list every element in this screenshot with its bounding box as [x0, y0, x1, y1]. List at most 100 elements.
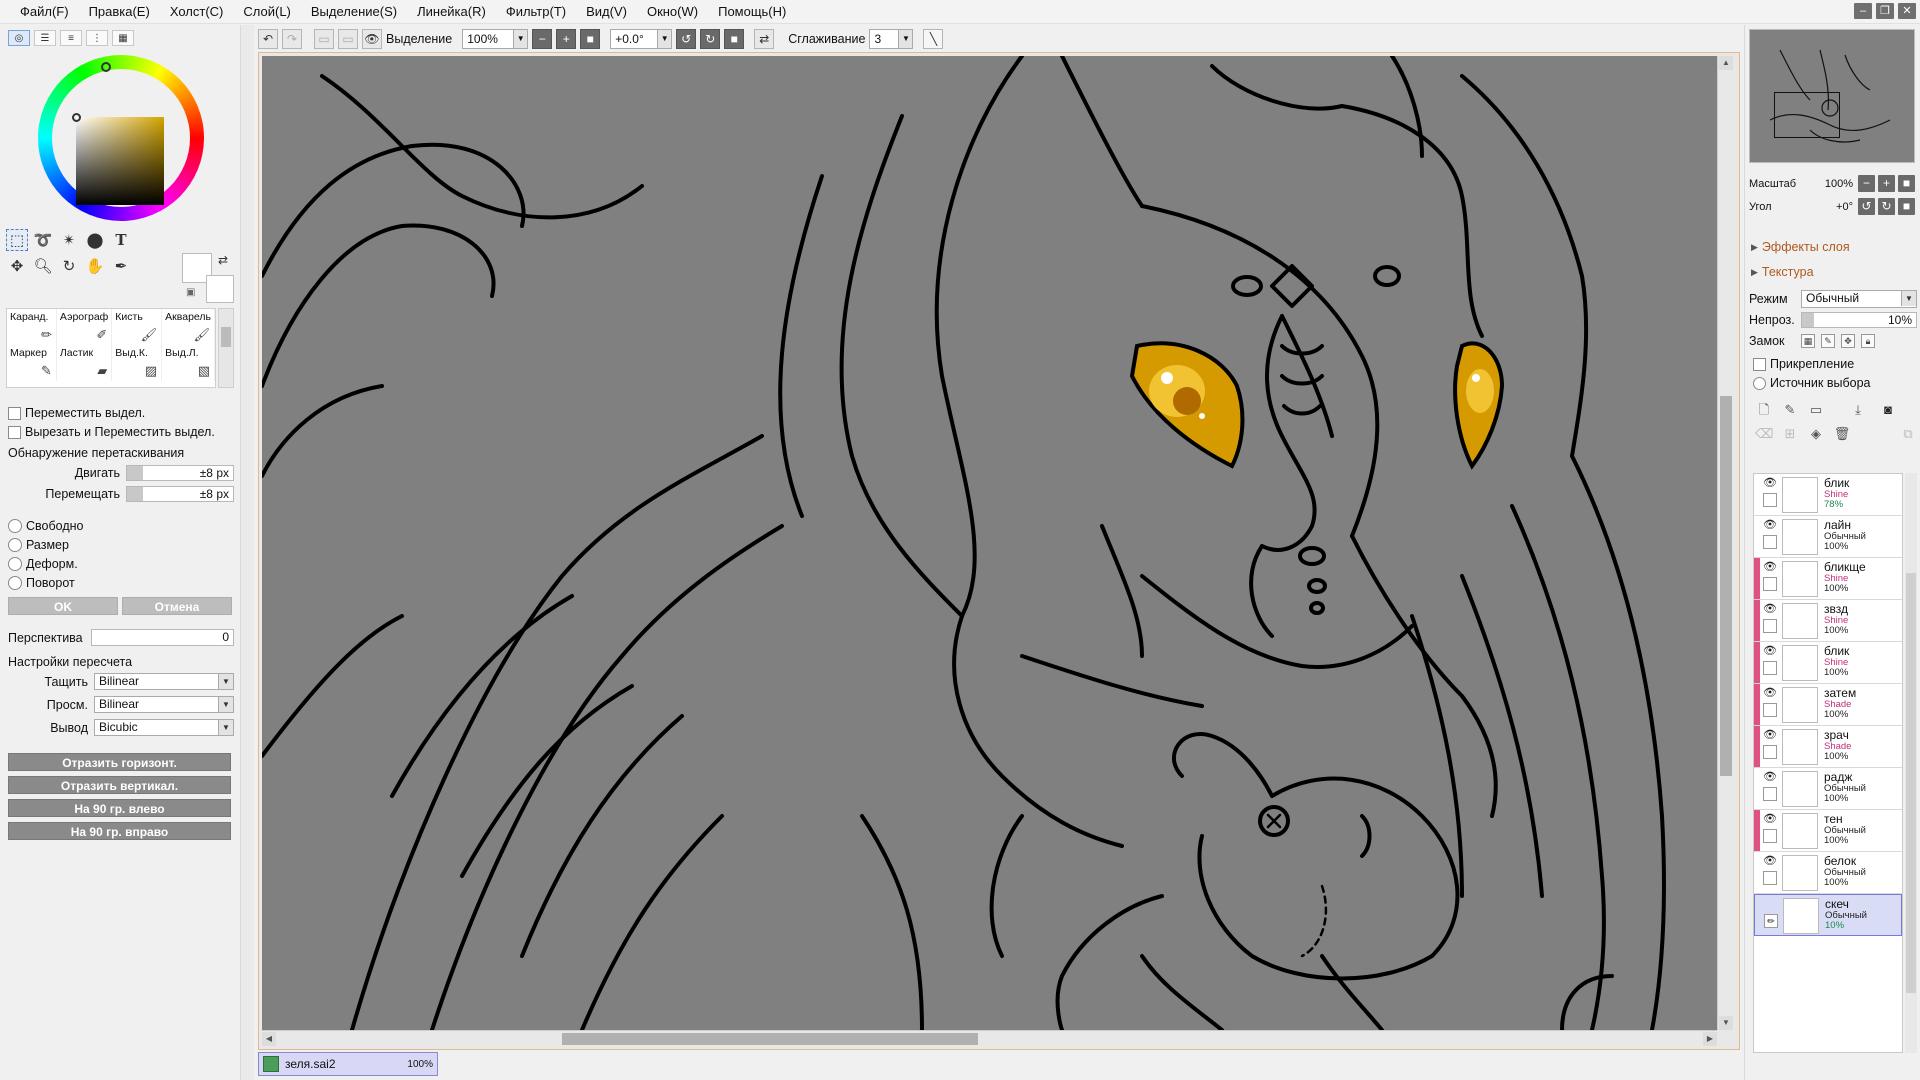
layer-row[interactable]: 👁︎ зрач Shade 100% [1754, 726, 1902, 768]
flip-horizontal-button[interactable]: Отразить горизонт. [8, 753, 231, 771]
zoom-icon[interactable]: 🔍︎ [32, 255, 54, 277]
lock-transparency-icon[interactable]: ▦ [1801, 334, 1815, 348]
layer-mask-icon[interactable]: ◙ [1879, 401, 1897, 419]
canvas-vertical-scrollbar[interactable]: ▲ ▼ [1717, 56, 1733, 1030]
sv-marker[interactable] [72, 113, 81, 122]
flip-view-icon[interactable]: ⇄ [754, 29, 775, 49]
menu-selection[interactable]: Выделение(S) [301, 0, 407, 24]
layer-effects-toggle[interactable]: ▶ Эффекты слоя [1751, 240, 1850, 254]
left-panel-divider[interactable] [240, 25, 254, 1080]
rotate-cw-icon[interactable]: ↻ [700, 29, 721, 49]
output-resample-select[interactable]: Bicubic ▼ [94, 719, 234, 736]
visibility-eye-icon[interactable]: 👁︎ [1762, 729, 1778, 742]
menu-edit[interactable]: Правка(E) [79, 0, 160, 24]
layer-row[interactable]: 👁︎ блик Shine 78% [1754, 474, 1902, 516]
visibility-eye-icon[interactable]: 👁︎ [1762, 603, 1778, 616]
hue-marker[interactable] [101, 62, 111, 72]
brush-select-pen[interactable]: Выд.К. ▨ [112, 345, 163, 381]
visibility-eye-icon[interactable]: 👁︎ [1762, 813, 1778, 826]
smoothing-select[interactable]: 3 ▼ [869, 29, 914, 49]
show-selection-icon[interactable]: 👁︎ [362, 29, 382, 49]
clipping-option[interactable]: Прикрепление [1753, 357, 1854, 371]
rgb-slider-mode-icon[interactable]: ☰ [34, 30, 56, 46]
scratchpad-mode-icon[interactable]: ▦ [112, 30, 134, 46]
lasso-icon[interactable]: ➰ [32, 229, 54, 251]
rotate-reset-icon[interactable]: ■ [724, 29, 745, 49]
nav-zoom-in-icon[interactable]: + [1878, 175, 1895, 192]
brush-grid-scrollbar[interactable] [218, 308, 234, 388]
texture-toggle[interactable]: ▶ Текстура [1751, 265, 1814, 279]
visibility-eye-icon[interactable]: 👁︎ [1762, 855, 1778, 868]
new-linework-layer-icon[interactable]: ✎ [1781, 401, 1799, 419]
layer-row[interactable]: 👁︎ белок Обычный 100% [1754, 852, 1902, 894]
rotate-left-button[interactable]: На 90 гр. влево [8, 799, 231, 817]
eyedropper-icon[interactable]: ✒ [110, 255, 132, 277]
nav-rotate-reset-icon[interactable]: ■ [1898, 198, 1915, 215]
visibility-eye-icon[interactable]: 👁︎ [1762, 477, 1778, 490]
reset-colors-icon[interactable]: ▣ [186, 287, 195, 298]
layer-row[interactable]: 👁︎ затем Shade 100% [1754, 684, 1902, 726]
menu-filter[interactable]: Фильтр(T) [496, 0, 576, 24]
vertical-scroll-thumb[interactable] [1720, 396, 1732, 776]
radio-deform-option[interactable]: Деформ. [8, 557, 78, 571]
navigator-preview[interactable] [1749, 29, 1915, 163]
visibility-eye-icon[interactable]: 👁︎ [1762, 687, 1778, 700]
blend-mode-select[interactable]: Обычный ▼ [1801, 290, 1917, 308]
radio-free-option[interactable]: Свободно [8, 519, 83, 533]
nav-rotate-cw-icon[interactable]: ↻ [1878, 198, 1895, 215]
brush-watercolor[interactable]: Акварель 🖌︎ [162, 309, 215, 345]
layer-row[interactable]: 👁︎ лайн Обычный 100% [1754, 516, 1902, 558]
opacity-slider[interactable]: 10% [1801, 312, 1917, 328]
rotate-icon[interactable]: ↻ [58, 255, 80, 277]
layer-select-checkbox[interactable] [1763, 661, 1777, 675]
visibility-eye-icon[interactable]: 👁︎ [1762, 519, 1778, 532]
zoom-reset-icon[interactable]: ■ [580, 29, 601, 49]
cancel-button[interactable]: Отмена [122, 597, 232, 615]
preview-resample-select[interactable]: Bilinear ▼ [94, 696, 234, 713]
new-layer-icon[interactable]: 🗋 [1755, 401, 1773, 419]
cut-move-selection-checkbox[interactable] [8, 425, 21, 439]
rotate-ccw-icon[interactable]: ↺ [676, 29, 697, 49]
perspective-input[interactable]: 0 [90, 629, 234, 646]
layer-select-checkbox[interactable] [1763, 619, 1777, 633]
cut-move-selection-option[interactable]: Вырезать и Переместить выдел. [8, 425, 215, 439]
menu-layer[interactable]: Слой(L) [233, 0, 301, 24]
shape-select-icon[interactable]: ⬤ [84, 229, 106, 251]
brush-marker[interactable]: Маркер ✎ [7, 345, 57, 381]
lock-all-icon[interactable]: 🔒︎ [1861, 334, 1875, 348]
layer-select-checkbox[interactable] [1763, 829, 1777, 843]
new-folder-icon[interactable]: ▭ [1807, 401, 1825, 419]
layer-select-checkbox[interactable] [1763, 577, 1777, 591]
menu-view[interactable]: Вид(V) [576, 0, 637, 24]
brush-icon[interactable]: ✏ [1764, 914, 1778, 928]
layer-row[interactable]: 👁︎ бликще Shine 100% [1754, 558, 1902, 600]
magic-wand-icon[interactable]: ✴ [58, 229, 80, 251]
lock-paint-icon[interactable]: ✎ [1821, 334, 1835, 348]
brush-pencil[interactable]: Каранд. ✏ [7, 309, 57, 345]
visibility-eye-icon[interactable]: 👁︎ [1762, 771, 1778, 784]
layer-select-checkbox[interactable] [1763, 787, 1777, 801]
flip-vertical-button[interactable]: Отразить вертикал. [8, 776, 231, 794]
layer-select-checkbox[interactable] [1763, 745, 1777, 759]
nav-rotate-ccw-icon[interactable]: ↺ [1858, 198, 1875, 215]
move-selection-checkbox[interactable] [8, 406, 21, 420]
transfer-layer-icon[interactable]: ⤓ [1849, 401, 1867, 419]
invert-selection-icon[interactable]: ▭ [338, 29, 358, 49]
document-tab[interactable]: зеля.sai2 100% [258, 1052, 438, 1076]
layer-row[interactable]: 👁︎ радж Обычный 100% [1754, 768, 1902, 810]
fill-layer-icon[interactable]: ◈ [1807, 425, 1825, 443]
text-tool-icon[interactable]: T [110, 229, 132, 251]
zoom-select[interactable]: 100% ▼ [462, 29, 529, 49]
hand-icon[interactable]: ✋ [84, 255, 106, 277]
scroll-right-icon[interactable]: ▶ [1703, 1032, 1717, 1046]
radio-size-option[interactable]: Размер [8, 538, 69, 552]
close-icon[interactable]: ✕ [1898, 3, 1916, 19]
deselect-icon[interactable]: ▭ [314, 29, 334, 49]
horizontal-scroll-thumb[interactable] [562, 1033, 978, 1045]
menu-canvas[interactable]: Холст(C) [160, 0, 234, 24]
visibility-eye-icon[interactable]: 👁︎ [1762, 645, 1778, 658]
swatches-mode-icon[interactable]: ⋮ [86, 30, 108, 46]
delete-layer-icon[interactable]: 🗑︎ [1833, 425, 1851, 443]
layer-select-checkbox[interactable] [1763, 703, 1777, 717]
nav-zoom-out-icon[interactable]: − [1858, 175, 1875, 192]
